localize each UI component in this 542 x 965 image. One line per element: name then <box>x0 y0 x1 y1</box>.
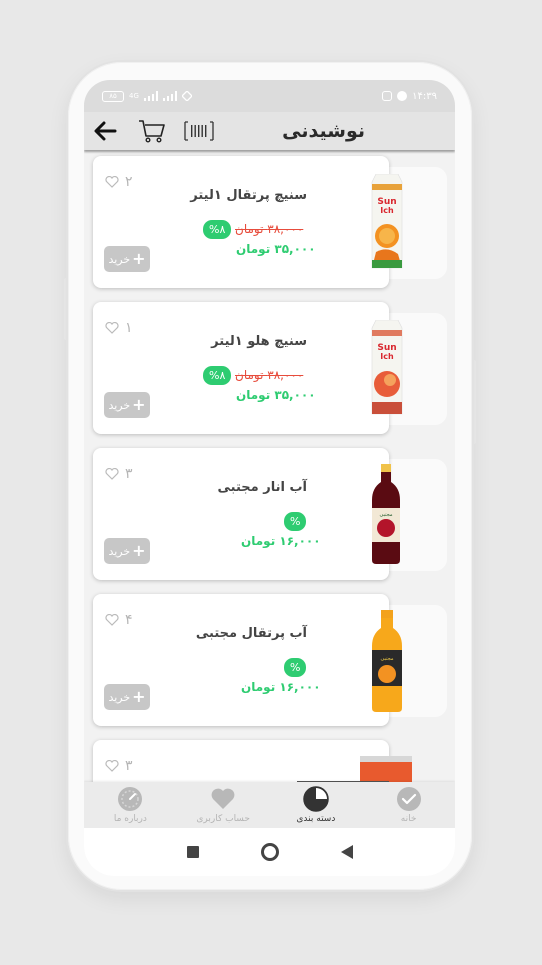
nav-item-home[interactable]: خانه <box>369 786 449 824</box>
like-count: ۳ <box>125 758 133 774</box>
sunich-peach-carton-image: Sun Ich <box>371 320 403 415</box>
page-title: نوشیدنی <box>282 120 365 142</box>
like-count: ۴ <box>125 612 133 628</box>
cart-icon[interactable] <box>138 118 166 144</box>
svg-text:مجتبی: مجتبی <box>380 656 393 662</box>
buy-button[interactable]: + خرید <box>104 538 150 564</box>
price: ۳۵,۰۰۰ تومان <box>236 242 316 256</box>
network-label: 4G <box>129 92 139 100</box>
heart-outline-icon <box>105 760 119 772</box>
screenshot-stage: ۸۵ 4G ۱۴:۳۹ نوشیدنی ۲ سنیچ پرتقال ۱لیتر … <box>0 0 542 965</box>
discount-badge: %۸ <box>203 366 232 385</box>
product-card[interactable]: ۳ <box>93 740 389 782</box>
nav-item-about[interactable]: درباره ما <box>90 786 170 824</box>
product-name: آب پرتقال مجتبی <box>195 626 307 641</box>
price: ۱۶,۰۰۰ تومان <box>241 534 321 548</box>
old-price: ۳۸,۰۰۰ تومان <box>235 222 304 236</box>
battery-icon: ۸۵ <box>102 90 124 102</box>
whatsapp-icon <box>397 91 408 101</box>
svg-text:مجتبی: مجتبی <box>379 512 392 518</box>
heart-outline-icon <box>105 614 119 626</box>
old-price: ۳۸,۰۰۰ تومان <box>235 368 304 382</box>
like-count: ۳ <box>125 466 133 482</box>
nav-label-categories: دسته بندی <box>296 814 336 824</box>
buy-label: خرید <box>108 252 131 266</box>
phone-screen: ۸۵ 4G ۱۴:۳۹ نوشیدنی ۲ سنیچ پرتقال ۱لیتر … <box>84 80 455 876</box>
svg-text:Ich: Ich <box>380 206 394 215</box>
plus-icon: + <box>132 541 146 560</box>
barcode-icon[interactable] <box>184 121 214 141</box>
plus-icon: + <box>132 395 146 414</box>
product-card[interactable]: ۳ آب انار مجتبی % ۱۶,۰۰۰ تومان + خرید <box>93 448 389 580</box>
nav-label-about: درباره ما <box>113 814 147 824</box>
nav-label-home: خانه <box>400 814 417 824</box>
app-bar: نوشیدنی <box>84 112 455 150</box>
check-circle-icon <box>396 787 421 811</box>
product-name: آب انار مجتبی <box>217 480 307 495</box>
can-image <box>360 756 412 782</box>
recents-icon[interactable] <box>186 846 199 858</box>
status-bar: ۸۵ 4G ۱۴:۳۹ <box>84 80 455 112</box>
orange-bottle-image: مجتبی <box>372 610 402 712</box>
buy-button[interactable]: + خرید <box>104 684 150 710</box>
nav-item-categories[interactable]: دسته بندی <box>276 786 356 824</box>
product-list[interactable]: ۲ سنیچ پرتقال ۱لیتر %۸ ۳۸,۰۰۰ تومان ۳۵,۰… <box>84 150 455 782</box>
status-time: ۱۴:۳۹ <box>412 90 437 102</box>
product-card[interactable]: ۲ سنیچ پرتقال ۱لیتر %۸ ۳۸,۰۰۰ تومان ۳۵,۰… <box>93 156 389 288</box>
heart-outline-icon <box>105 468 119 480</box>
favorite-control[interactable]: ۱ <box>105 320 133 336</box>
bottom-navigation: درباره ما حساب کاربری دسته بندی خانه <box>84 782 455 828</box>
product-card[interactable]: ۱ سنیچ هلو ۱لیتر %۸ ۳۸,۰۰۰ تومان ۳۵,۰۰۰ … <box>93 302 389 434</box>
plus-icon: + <box>132 687 146 706</box>
status-right: ۱۴:۳۹ <box>382 91 437 102</box>
favorite-control[interactable]: ۳ <box>105 466 133 482</box>
discount-badge: % <box>284 512 307 531</box>
favorite-control[interactable]: ۳ <box>105 758 133 774</box>
discount-badge: %۸ <box>203 220 232 239</box>
pomegranate-bottle-image: مجتبی <box>372 464 400 564</box>
status-left: ۸۵ 4G <box>102 90 192 102</box>
nav-label-account: حساب کاربری <box>196 814 250 824</box>
heart-outline-icon <box>105 322 119 334</box>
favorite-control[interactable]: ۴ <box>105 612 133 628</box>
buy-label: خرید <box>108 398 131 412</box>
like-count: ۱ <box>125 320 133 336</box>
svg-text:Ich: Ich <box>380 352 394 361</box>
system-back-icon[interactable] <box>340 845 353 859</box>
arrow-left-icon <box>94 121 117 141</box>
discount-badge: % <box>284 658 307 677</box>
price: ۱۶,۰۰۰ تومان <box>241 680 321 694</box>
heart-outline-icon <box>105 176 119 188</box>
data-icon <box>181 91 192 101</box>
plus-icon: + <box>132 249 146 268</box>
sunich-orange-carton-image: Sun Ich <box>371 174 403 269</box>
buy-label: خرید <box>108 544 131 558</box>
signal-icon <box>143 91 158 101</box>
favorite-control[interactable]: ۲ <box>105 174 133 190</box>
signal-icon-2 <box>162 91 177 101</box>
like-count: ۲ <box>125 174 133 190</box>
system-navigation-bar <box>84 828 455 876</box>
back-button[interactable] <box>92 118 118 144</box>
product-name: سنیچ هلو ۱لیتر <box>211 334 307 349</box>
buy-button[interactable]: + خرید <box>104 246 150 272</box>
nav-item-account[interactable]: حساب کاربری <box>183 786 263 824</box>
product-name: سنیچ پرتقال ۱لیتر <box>190 188 307 203</box>
home-icon[interactable] <box>260 843 279 861</box>
buy-label: خرید <box>108 690 131 704</box>
heart-icon <box>211 788 235 809</box>
product-card[interactable]: ۴ آب پرتقال مجتبی % ۱۶,۰۰۰ تومان + خرید <box>93 594 389 726</box>
instagram-icon <box>382 91 393 101</box>
price: ۳۵,۰۰۰ تومان <box>236 388 316 402</box>
speedometer-icon <box>118 787 143 811</box>
buy-button[interactable]: + خرید <box>104 392 150 418</box>
pie-chart-icon <box>303 786 329 812</box>
